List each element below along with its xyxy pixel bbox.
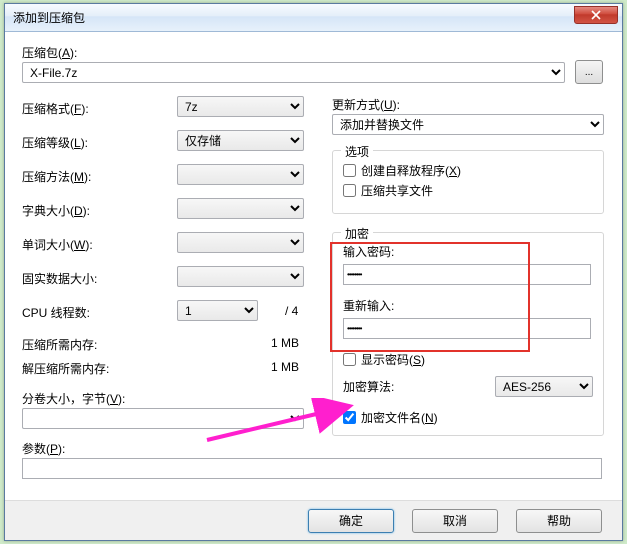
memc-label: 压缩所需内存: — [22, 336, 97, 353]
format-select[interactable]: 7z — [177, 96, 304, 117]
encryption-title: 加密 — [341, 225, 373, 242]
enc-method-select[interactable]: AES-256 — [495, 376, 593, 397]
dict-select[interactable] — [177, 198, 304, 219]
show-password[interactable]: 显示密码(S) — [343, 351, 593, 368]
archive-label: 压缩包(A): — [22, 44, 77, 61]
sfx-checkbox[interactable] — [343, 164, 356, 177]
annotation-highlight — [330, 242, 530, 352]
encrypt-filenames-checkbox[interactable] — [343, 411, 356, 424]
update-select[interactable]: 添加并替换文件 — [332, 114, 604, 135]
word-select[interactable] — [177, 232, 304, 253]
dict-label: 字典大小(D): — [22, 202, 90, 219]
split-label: 分卷大小，字节(V): — [22, 390, 125, 407]
ok-button[interactable]: 确定 — [308, 509, 394, 533]
encrypt-filenames[interactable]: 加密文件名(N) — [343, 409, 593, 426]
close-icon — [591, 10, 601, 20]
dialog-footer: 确定 取消 帮助 — [5, 500, 622, 540]
cpu-select[interactable]: 1 — [177, 300, 258, 321]
dialog-body: 压缩包(A): X-File.7z ... 压缩格式(F): 7z 压缩等级(L… — [12, 38, 615, 496]
word-label: 单词大小(W): — [22, 236, 93, 253]
level-select[interactable]: 仅存储 — [177, 130, 304, 151]
enc-method-label: 加密算法: — [343, 378, 394, 395]
help-button[interactable]: 帮助 — [516, 509, 602, 533]
titlebar: 添加到压缩包 — [5, 4, 622, 32]
update-label: 更新方式(U): — [332, 96, 400, 113]
show-password-checkbox[interactable] — [343, 353, 356, 366]
memc-value: 1 MB — [271, 336, 299, 350]
window-title: 添加到压缩包 — [13, 9, 85, 26]
options-group: 选项 创建自释放程序(X) 压缩共享文件 — [332, 150, 604, 214]
method-select[interactable] — [177, 164, 304, 185]
format-label: 压缩格式(F): — [22, 100, 89, 117]
cancel-button[interactable]: 取消 — [412, 509, 498, 533]
browse-button[interactable]: ... — [575, 60, 603, 84]
share-checkbox[interactable] — [343, 184, 356, 197]
archive-combo[interactable]: X-File.7z — [22, 62, 565, 83]
solid-label: 固实数据大小: — [22, 270, 97, 287]
dialog-window: 添加到压缩包 压缩包(A): X-File.7z ... 压缩格式(F): 7z… — [4, 3, 623, 541]
options-title: 选项 — [341, 143, 373, 160]
level-label: 压缩等级(L): — [22, 134, 88, 151]
split-combo[interactable] — [22, 408, 304, 429]
memd-label: 解压缩所需内存: — [22, 360, 109, 377]
cpu-max: / 4 — [285, 304, 298, 318]
option-sfx[interactable]: 创建自释放程序(X) — [343, 162, 593, 179]
cpu-label: CPU 线程数: — [22, 304, 90, 321]
params-label: 参数(P): — [22, 440, 65, 457]
close-button[interactable] — [574, 6, 618, 24]
memd-value: 1 MB — [271, 360, 299, 374]
option-share[interactable]: 压缩共享文件 — [343, 182, 593, 199]
params-input[interactable] — [22, 458, 602, 479]
solid-select[interactable] — [177, 266, 304, 287]
method-label: 压缩方法(M): — [22, 168, 91, 185]
